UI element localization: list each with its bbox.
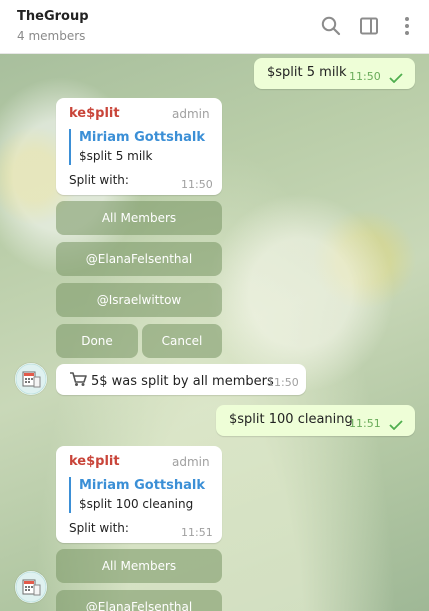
message-time: 11:50: [267, 376, 299, 389]
bot-message[interactable]: 5$ was split by all members 11:50: [56, 364, 306, 395]
elana-felsenthal-button[interactable]: @ElanaFelsenthal: [56, 590, 222, 611]
quote-text: $split 5 milk: [79, 149, 153, 163]
sender-name[interactable]: ke$plit: [69, 454, 120, 469]
shopping-cart-icon: [69, 371, 87, 391]
message-text: Split with:: [69, 173, 129, 187]
search-icon[interactable]: [319, 14, 343, 38]
done-button[interactable]: Done: [56, 324, 138, 358]
message-list[interactable]: $split 5 milk 11:50 ke$plit admin Miriam…: [0, 53, 429, 611]
reply-quote[interactable]: Miriam Gottshalk $split 5 milk: [69, 129, 205, 165]
quote-author: Miriam Gottshalk: [79, 478, 206, 493]
read-check-icon: [389, 73, 403, 83]
cancel-button[interactable]: Cancel: [142, 324, 222, 358]
quote-author: Miriam Gottshalk: [79, 130, 206, 145]
message-text: $split 5 milk: [267, 65, 347, 80]
outgoing-message[interactable]: $split 100 cleaning 11:51: [216, 405, 415, 436]
admin-badge: admin: [172, 455, 210, 469]
message-text: $split 100 cleaning: [229, 412, 353, 427]
sidebar-toggle-icon[interactable]: [357, 14, 381, 38]
chat-title[interactable]: TheGroup: [17, 9, 89, 24]
all-members-button[interactable]: All Members: [56, 549, 222, 583]
bot-avatar[interactable]: [15, 571, 47, 603]
message-time: 11:51: [181, 526, 213, 539]
sender-name[interactable]: ke$plit: [69, 106, 120, 121]
bot-avatar[interactable]: [15, 363, 47, 395]
outgoing-message[interactable]: $split 5 milk 11:50: [254, 58, 415, 89]
message-text: 5$ was split by all members: [69, 371, 274, 391]
admin-badge: admin: [172, 107, 210, 121]
split-result-text: 5$ was split by all members: [91, 374, 274, 389]
more-vertical-icon[interactable]: [395, 14, 419, 38]
all-members-button[interactable]: All Members: [56, 201, 222, 235]
elana-felsenthal-button[interactable]: @ElanaFelsenthal: [56, 242, 222, 276]
message-time: 11:51: [349, 417, 381, 430]
message-text: Split with:: [69, 521, 129, 535]
quote-text: $split 100 cleaning: [79, 497, 194, 511]
message-time: 11:50: [349, 70, 381, 83]
bot-message[interactable]: ke$plit admin Miriam Gottshalk $split 5 …: [56, 98, 222, 195]
member-count[interactable]: 4 members: [17, 29, 85, 43]
read-check-icon: [389, 420, 403, 430]
telegram-chat-window: TheGroup 4 members $split 5 milk 11:50 k…: [0, 0, 429, 611]
message-time: 11:50: [181, 178, 213, 191]
bot-message[interactable]: ke$plit admin Miriam Gottshalk $split 10…: [56, 446, 222, 543]
reply-quote[interactable]: Miriam Gottshalk $split 100 cleaning: [69, 477, 205, 513]
israel-wittow-button[interactable]: @Israelwittow: [56, 283, 222, 317]
chat-header: TheGroup 4 members: [0, 0, 429, 54]
